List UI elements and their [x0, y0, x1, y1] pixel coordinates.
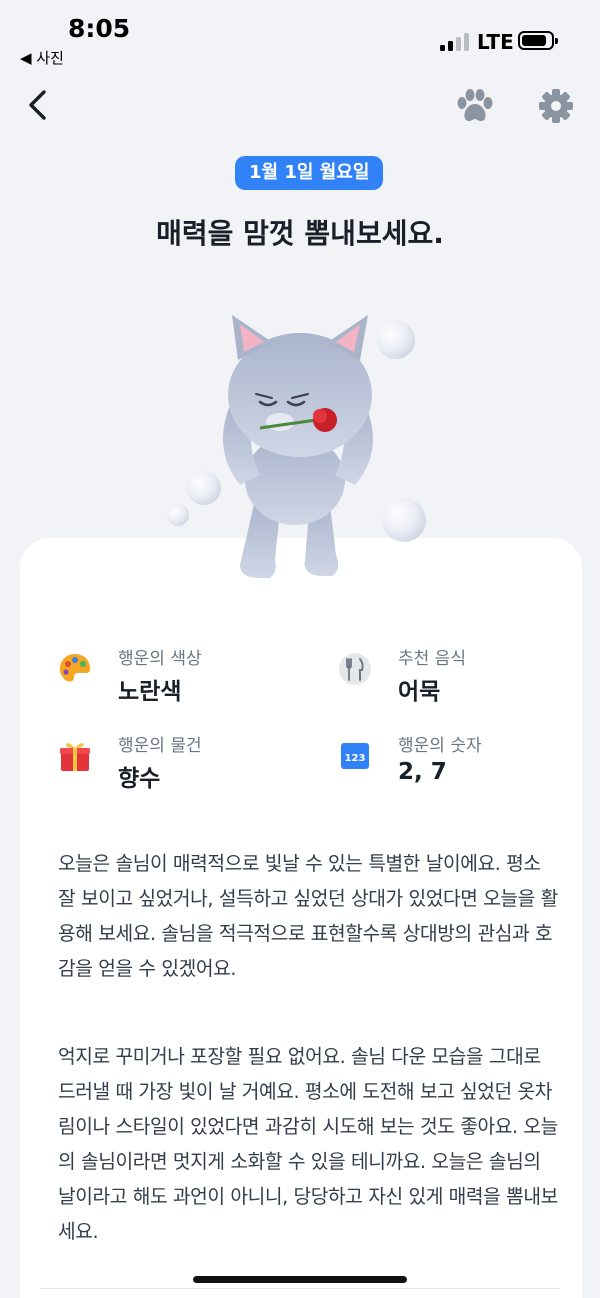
svg-text:123: 123	[345, 753, 366, 764]
fork-knife-icon	[339, 653, 371, 685]
palette-icon	[59, 654, 91, 682]
chevron-left-icon	[29, 90, 46, 120]
gear-icon	[539, 89, 573, 123]
info-value: 2, 7	[398, 759, 447, 785]
info-value: 어묵	[398, 679, 441, 705]
paw-icon	[457, 89, 493, 122]
status-time: 8:05	[68, 14, 131, 43]
divider	[40, 1288, 560, 1289]
info-label: 행운의 숫자	[398, 736, 482, 756]
back-to-app-link[interactable]: ◀ 사진	[20, 47, 64, 68]
network-type: LTE	[477, 30, 514, 54]
info-label: 추천 음식	[398, 649, 466, 669]
info-value: 향수	[118, 766, 161, 792]
number-123-icon: 123	[341, 743, 369, 769]
status-bar: 8:05 ◀ 사진 LTE	[0, 0, 600, 70]
info-value: 노란색	[118, 679, 182, 705]
info-label: 행운의 물건	[118, 736, 202, 756]
gift-icon	[60, 743, 90, 771]
fortune-card: 행운의 색상 노란색 추천 음식 어묵 행운의 물건 향수 123 행운의 숫자…	[20, 538, 582, 1298]
battery-icon	[518, 31, 558, 50]
page-title: 매력을 맘껏 뽐내보세요.	[156, 217, 444, 250]
fortune-paragraph: 오늘은 솔님이 매력적으로 빛날 수 있는 특별한 날이에요. 평소 잘 보이고…	[58, 852, 558, 980]
cat-character-illustration	[167, 315, 426, 578]
fortune-paragraph: 억지로 꾸미거나 포장할 필요 없어요. 솔님 다운 모습을 그대로 드러낼 때…	[58, 1045, 558, 1243]
back-button[interactable]	[22, 88, 56, 122]
signal-icon	[440, 33, 470, 51]
paw-button[interactable]	[456, 88, 494, 124]
date-badge: 1월 1일 월요일	[235, 156, 384, 190]
home-indicator[interactable]	[193, 1276, 407, 1283]
info-label: 행운의 색상	[118, 649, 202, 669]
settings-button[interactable]	[538, 88, 574, 124]
